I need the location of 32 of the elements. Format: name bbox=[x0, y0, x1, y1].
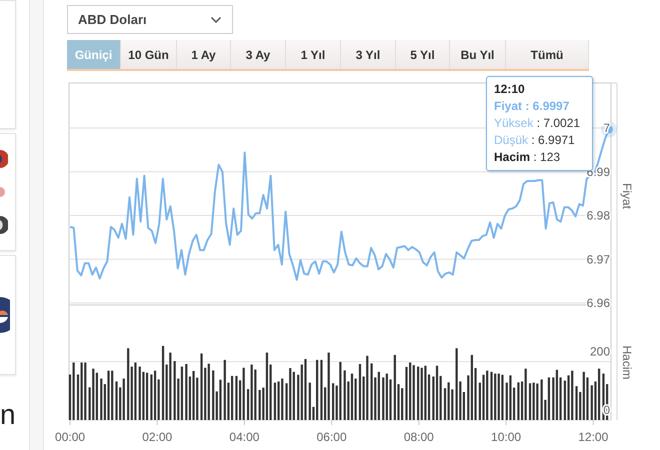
axis-title: Fiyat bbox=[620, 183, 634, 210]
coin-icon bbox=[0, 148, 8, 169]
currency-select[interactable]: ABD Doları bbox=[67, 5, 233, 34]
axis-label: 04:00 bbox=[229, 430, 260, 444]
period-tab[interactable]: Bu Yıl bbox=[450, 40, 506, 69]
period-tab[interactable]: 1 Yıl bbox=[286, 40, 341, 69]
cut-text: n bbox=[0, 401, 16, 429]
period-tab[interactable]: 3 Ay bbox=[231, 40, 286, 69]
chevron-down-icon bbox=[210, 16, 222, 24]
period-tab[interactable]: 1 Ay bbox=[177, 40, 231, 69]
period-tab[interactable]: 5 Yıl bbox=[396, 40, 450, 69]
axis-label: 6.98 bbox=[586, 208, 610, 223]
axis-label: 6.96 bbox=[586, 296, 610, 310]
period-tab[interactable]: 3 Yıl bbox=[341, 40, 396, 69]
period-tab[interactable]: 10 Gün bbox=[121, 40, 177, 69]
tooltip-time: 12:10 bbox=[494, 81, 526, 98]
axis-label: 00:00 bbox=[55, 430, 86, 444]
axis-label: 06:00 bbox=[316, 430, 347, 444]
axis-label: 200 bbox=[590, 344, 610, 359]
axis-label: 02:00 bbox=[142, 430, 172, 444]
axis-label: 12:00 bbox=[578, 430, 608, 444]
axis-label: 6.97 bbox=[586, 252, 610, 266]
axis-label: 10:00 bbox=[491, 430, 522, 444]
tooltip-row-text: Yüksek : 7.0021 bbox=[494, 115, 582, 132]
axis-label: 0 bbox=[603, 403, 610, 417]
tooltip-row-text: Düşük : 6.9971 bbox=[494, 132, 576, 149]
coin-icon bbox=[0, 186, 6, 198]
axis-label: 08:00 bbox=[404, 430, 434, 444]
tooltip-row-text: Fiyat : 6.9997 bbox=[494, 98, 570, 115]
tooltip-row-text: Hacim : 123 bbox=[494, 149, 562, 166]
axis-title: Hacim bbox=[620, 346, 634, 380]
period-tab[interactable]: Tümü bbox=[506, 40, 589, 69]
